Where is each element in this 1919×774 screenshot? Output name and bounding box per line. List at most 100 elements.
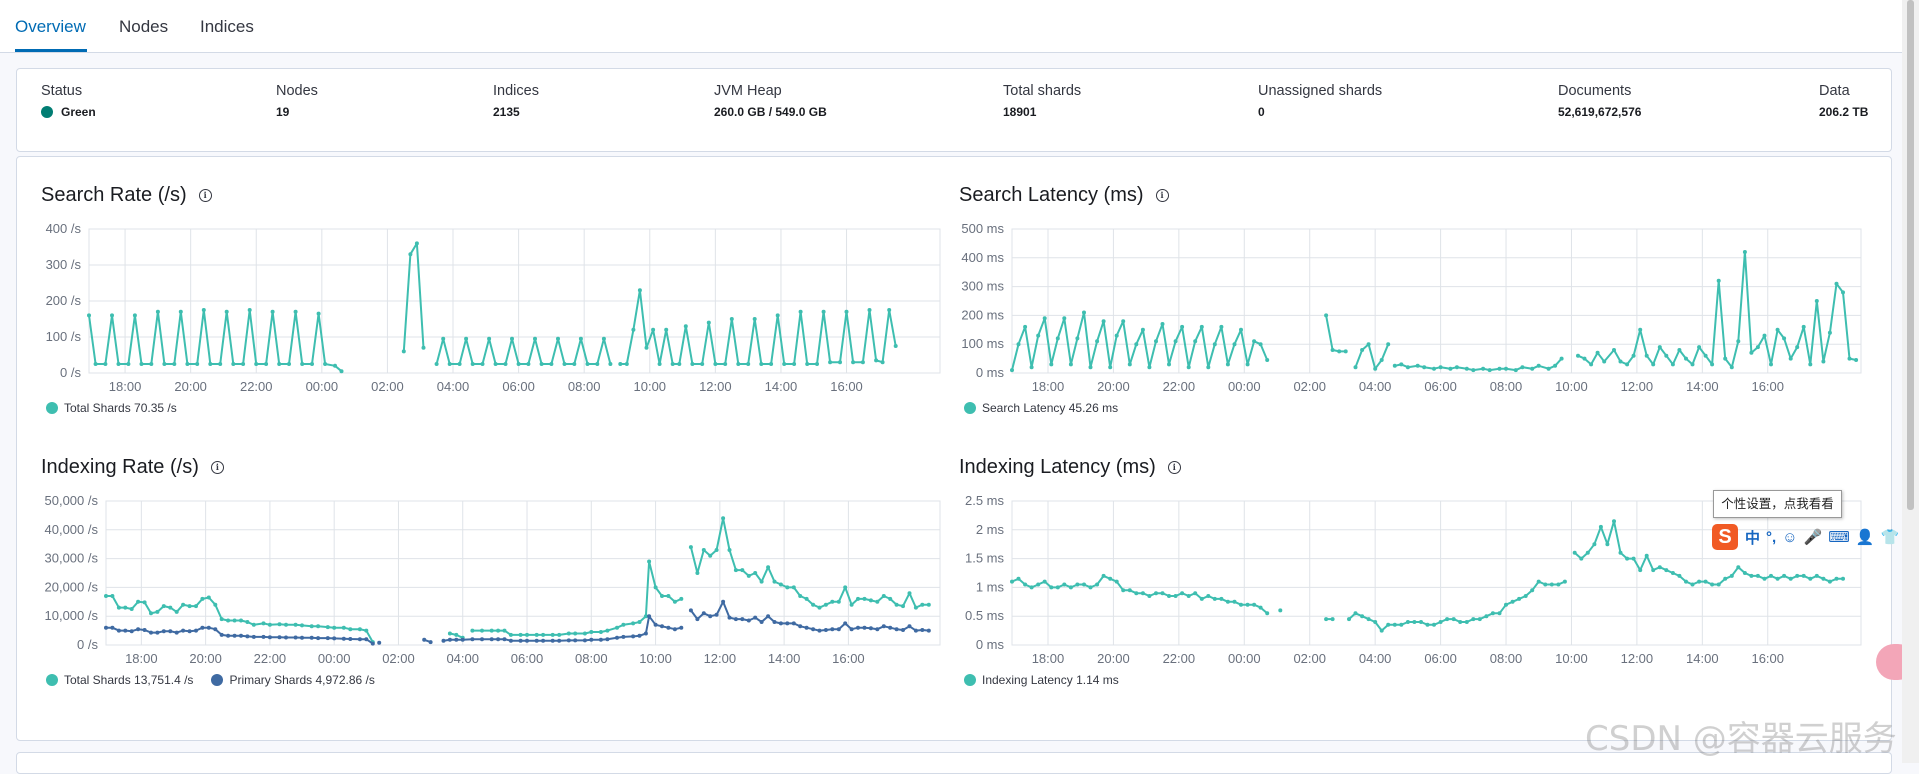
data-point [1029,585,1034,590]
legend-item[interactable]: Total Shards 13,751.4 /s [46,673,193,687]
data-point [1484,614,1489,619]
x-tick-label: 06:00 [1424,651,1457,666]
data-point [1160,591,1165,596]
data-point [1795,573,1800,578]
data-point [1821,576,1826,581]
legend-value: 1.14 ms [1076,673,1119,687]
data-point [1147,594,1152,598]
data-point [1749,573,1754,578]
series-line [1011,574,1268,615]
legend-dot-icon [964,402,976,414]
data-point [1330,617,1335,622]
y-tick-label: 1 ms [976,579,1005,594]
data-point [1419,620,1423,624]
data-point [1353,611,1358,616]
data-point [1232,599,1237,604]
legend-value: 70.35 /s [134,401,177,415]
data-point [1801,573,1806,578]
legend-name: Total Shards [64,673,131,687]
data-point [1167,594,1171,598]
y-tick-label: 2 ms [976,522,1005,537]
data-point [1556,582,1561,587]
legend-dot-icon [46,674,58,686]
data-point [1471,617,1476,622]
data-point [1644,553,1649,558]
legend-dot-icon [46,402,58,414]
ime-skin-icon[interactable]: 👕 [1881,528,1900,546]
data-point [1010,579,1014,584]
data-point [1504,602,1508,607]
data-point [1225,599,1230,604]
legend-item[interactable]: Total Shards 70.35 /s [46,401,177,415]
data-point [1049,585,1054,590]
ime-punctuation-icon[interactable]: °, [1766,529,1776,546]
ime-user-icon[interactable]: 👤 [1856,528,1875,546]
data-point [1042,579,1047,584]
ime-microphone-icon[interactable]: 🎤 [1804,528,1823,546]
ime-keyboard-icon[interactable]: ⌨ [1828,528,1850,546]
x-tick-label: 04:00 [1359,651,1392,666]
data-point [1379,628,1384,633]
data-point [1055,585,1060,590]
search-latency-legend: Search Latency 45.26 ms [964,401,1136,415]
data-point [1618,550,1623,555]
data-point [1134,591,1139,596]
data-point [1245,602,1250,607]
data-point [1252,602,1257,607]
scrollbar-thumb[interactable] [1907,0,1914,510]
data-point [1180,591,1185,596]
ime-chinese-mode[interactable]: 中 [1745,527,1760,548]
data-point [1742,571,1747,575]
legend-item[interactable]: Primary Shards 4,972.86 /s [211,673,375,687]
data-point [1258,605,1263,610]
x-tick-label: 00:00 [1228,651,1261,666]
data-point [1562,579,1567,584]
data-point [1082,582,1086,587]
data-point [1651,568,1656,573]
data-point [1664,568,1669,573]
data-point [1523,594,1528,598]
data-point [1697,579,1702,584]
legend-item[interactable]: Indexing Latency 1.14 ms [964,673,1119,687]
data-point [1451,617,1456,622]
y-tick-label: 0 ms [976,637,1005,652]
legend-dot-icon [211,674,224,686]
data-point [1729,573,1734,578]
search-rate-legend: Total Shards 70.35 /s [46,401,195,415]
data-point [1023,582,1028,587]
data-point [1657,565,1662,570]
data-point [1186,594,1191,598]
data-point [1154,591,1158,596]
data-point [1677,573,1682,578]
data-point [1405,620,1410,624]
ime-emoji-icon[interactable]: ☺ [1782,529,1797,546]
y-tick-label: 0.5 ms [965,608,1005,623]
x-tick-label: 02:00 [1293,651,1326,666]
data-point [1755,573,1760,578]
ime-logo-icon[interactable]: S [1712,524,1738,550]
legend-item[interactable]: Search Latency 45.26 ms [964,401,1118,415]
data-point [1710,582,1715,587]
x-tick-label: 22:00 [1163,651,1196,666]
data-point [1412,620,1417,624]
data-point [1497,611,1502,616]
data-point [1432,622,1436,627]
data-point [1605,542,1610,547]
legend-name: Primary Shards [229,673,313,687]
legend-value: 4,972.86 /s [315,673,375,687]
data-point [1782,573,1787,578]
data-point [1373,620,1378,624]
x-tick-label: 18:00 [1032,651,1065,666]
data-point [1598,524,1603,529]
data-point [1517,596,1522,601]
data-point [1399,622,1404,627]
data-point [1386,622,1391,627]
data-point [1068,585,1073,590]
data-point [1703,579,1708,584]
data-point [1841,576,1845,581]
data-point [1075,582,1080,587]
indexing-latency-chart[interactable]: 2.5 ms 2 ms 1.5 ms 1 ms 0.5 ms 0 ms 18:00 20:00… [0,0,1919,763]
data-point [1140,591,1145,596]
x-tick-label: 16:00 [1751,651,1784,666]
ime-toolbar[interactable]: S 中 °, ☺ 🎤 ⌨ 👤 👕 ▦ [1712,523,1919,551]
